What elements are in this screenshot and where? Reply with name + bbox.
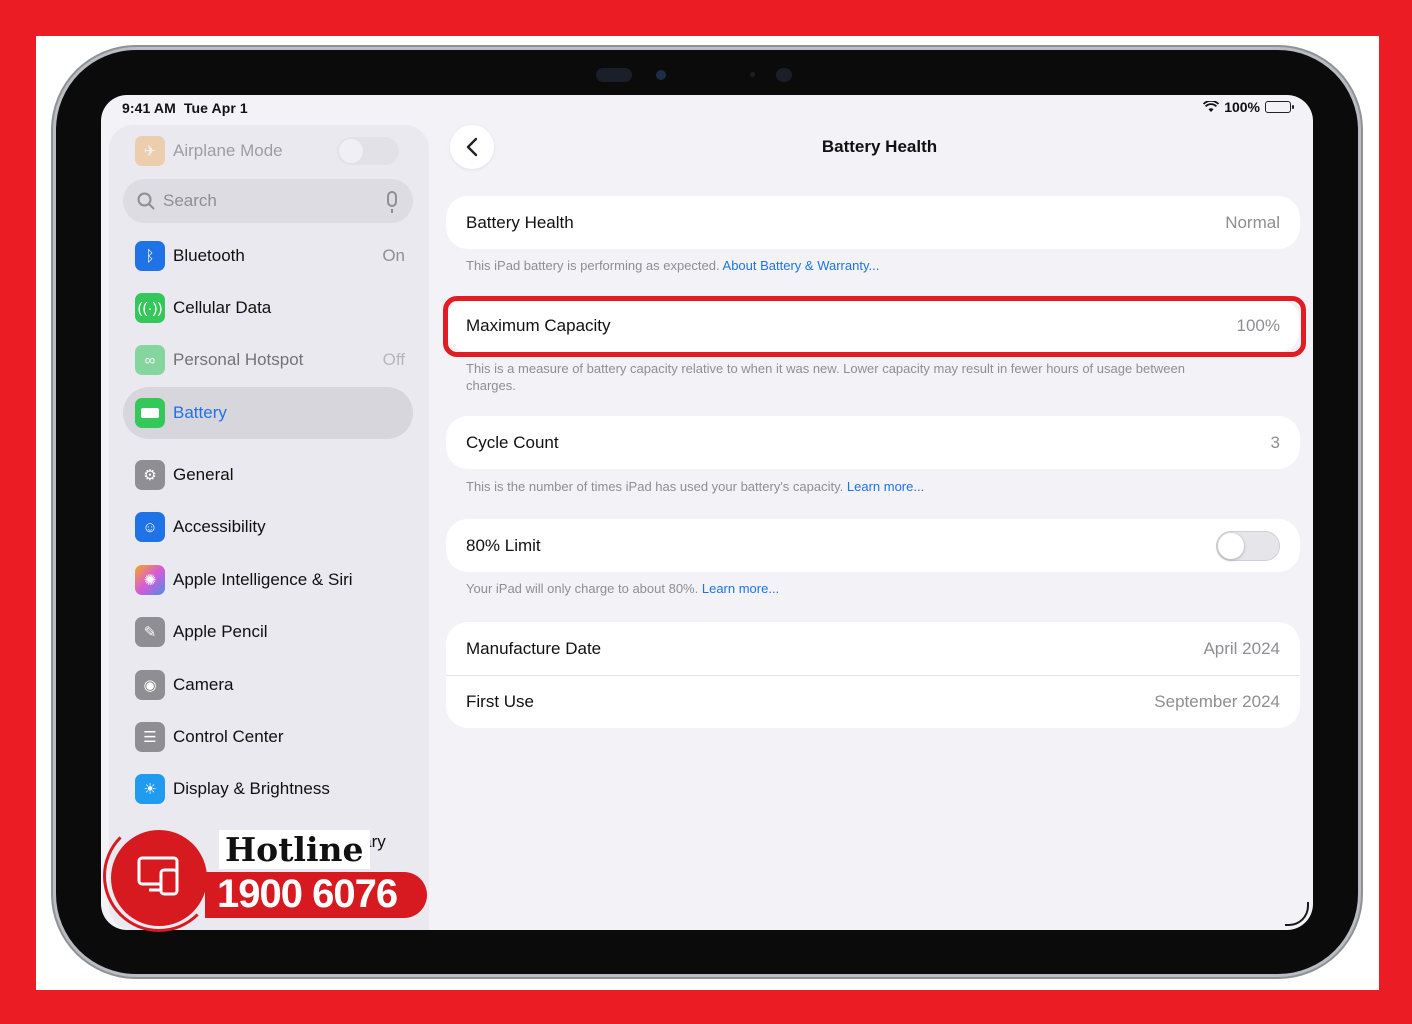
screen: 9:41 AM Tue Apr 1 100% ✈ Airplane Mode S… (101, 95, 1313, 930)
cycle-count-learn-more-link[interactable]: Learn more... (847, 479, 924, 494)
detail-pane: Battery Health Battery Health Normal Thi… (443, 125, 1313, 930)
limit-80-note: Your iPad will only charge to about 80%.… (466, 581, 780, 596)
status-bar: 9:41 AM Tue Apr 1 100% (101, 95, 1313, 119)
sidebar-item-battery[interactable]: Battery (135, 393, 405, 433)
camera-icon: ◉ (135, 670, 165, 700)
battery-icon (135, 398, 165, 428)
first-use-row: First Use September 2024 (446, 675, 1300, 728)
limit-80-toggle[interactable] (1216, 530, 1280, 561)
siri-icon: ✺ (135, 565, 165, 595)
battery-icon (1265, 101, 1294, 113)
pencil-icon: ✎ (135, 617, 165, 647)
sidebar-item-apple-pencil[interactable]: ✎ Apple Pencil (135, 612, 405, 652)
sidebar-item-camera[interactable]: ◉ Camera (135, 665, 405, 705)
cycle-count-note: This is the number of times iPad has use… (466, 479, 925, 494)
sidebar-item-airplane-mode[interactable]: ✈ Airplane Mode (135, 131, 405, 171)
sidebar: ✈ Airplane Mode Search ᛒ Bluetooth On ((… (109, 125, 429, 930)
battery-percent: 100% (1224, 99, 1260, 115)
gear-icon: ⚙ (135, 460, 165, 490)
sidebar-item-accessibility[interactable]: ☺ Accessibility (135, 507, 405, 547)
devices-icon (137, 856, 179, 896)
manufacture-date-row: Manufacture Date April 2024 (466, 638, 1280, 658)
search-placeholder: Search (163, 191, 217, 210)
page-title: Battery Health (821, 137, 938, 156)
sidebar-item-control-center[interactable]: ☰ Control Center (135, 717, 405, 757)
about-battery-warranty-link[interactable]: About Battery & Warranty... (723, 258, 880, 273)
accessibility-icon: ☺ (135, 512, 165, 542)
camera-bar (596, 62, 806, 88)
battery-health-card: Battery Health Normal (446, 196, 1300, 249)
cycle-count-card: Cycle Count 3 (446, 416, 1300, 469)
sidebar-item-general[interactable]: ⚙ General (135, 455, 405, 495)
highlight-box (443, 296, 1306, 357)
hotline-badge: Hotline 1900 6076 (101, 818, 431, 932)
battery-health-note: This iPad battery is performing as expec… (466, 258, 880, 273)
limit-80-learn-more-link[interactable]: Learn more... (702, 581, 779, 596)
microphone-icon[interactable] (387, 191, 397, 213)
status-right: 100% (1203, 99, 1294, 115)
search-field[interactable]: Search (123, 179, 413, 223)
cycle-count-row[interactable]: Cycle Count 3 (446, 416, 1300, 469)
sidebar-item-display-brightness[interactable]: ☀ Display & Brightness (135, 769, 405, 809)
maximum-capacity-note: This is a measure of battery capacity re… (466, 361, 1185, 393)
sidebar-item-apple-intelligence-siri[interactable]: ✺ Apple Intelligence & Siri (135, 560, 405, 600)
limit-80-card: 80% Limit (446, 519, 1300, 572)
airplane-icon: ✈ (135, 136, 165, 166)
sidebar-item-personal-hotspot[interactable]: ∞ Personal Hotspot Off (135, 340, 405, 380)
airplane-mode-toggle[interactable] (337, 137, 399, 165)
antenna-icon: ((·)) (135, 293, 165, 323)
toggles-icon: ☰ (135, 722, 165, 752)
sun-icon: ☀ (135, 774, 165, 804)
status-time: 9:41 AM Tue Apr 1 (122, 100, 248, 116)
limit-80-row: 80% Limit (446, 519, 1300, 572)
hotspot-icon: ∞ (135, 345, 165, 375)
hotline-phone[interactable]: 1900 6076 (217, 872, 398, 917)
sidebar-item-bluetooth[interactable]: ᛒ Bluetooth On (135, 236, 405, 276)
dates-card: Manufacture Date April 2024 First Use Se… (446, 622, 1300, 728)
hotline-title: Hotline (219, 830, 370, 869)
wifi-icon (1203, 101, 1220, 112)
battery-health-row[interactable]: Battery Health Normal (446, 196, 1300, 249)
search-icon (137, 192, 155, 210)
bluetooth-icon: ᛒ (135, 241, 165, 271)
sidebar-item-cellular-data[interactable]: ((·)) Cellular Data (135, 288, 405, 328)
